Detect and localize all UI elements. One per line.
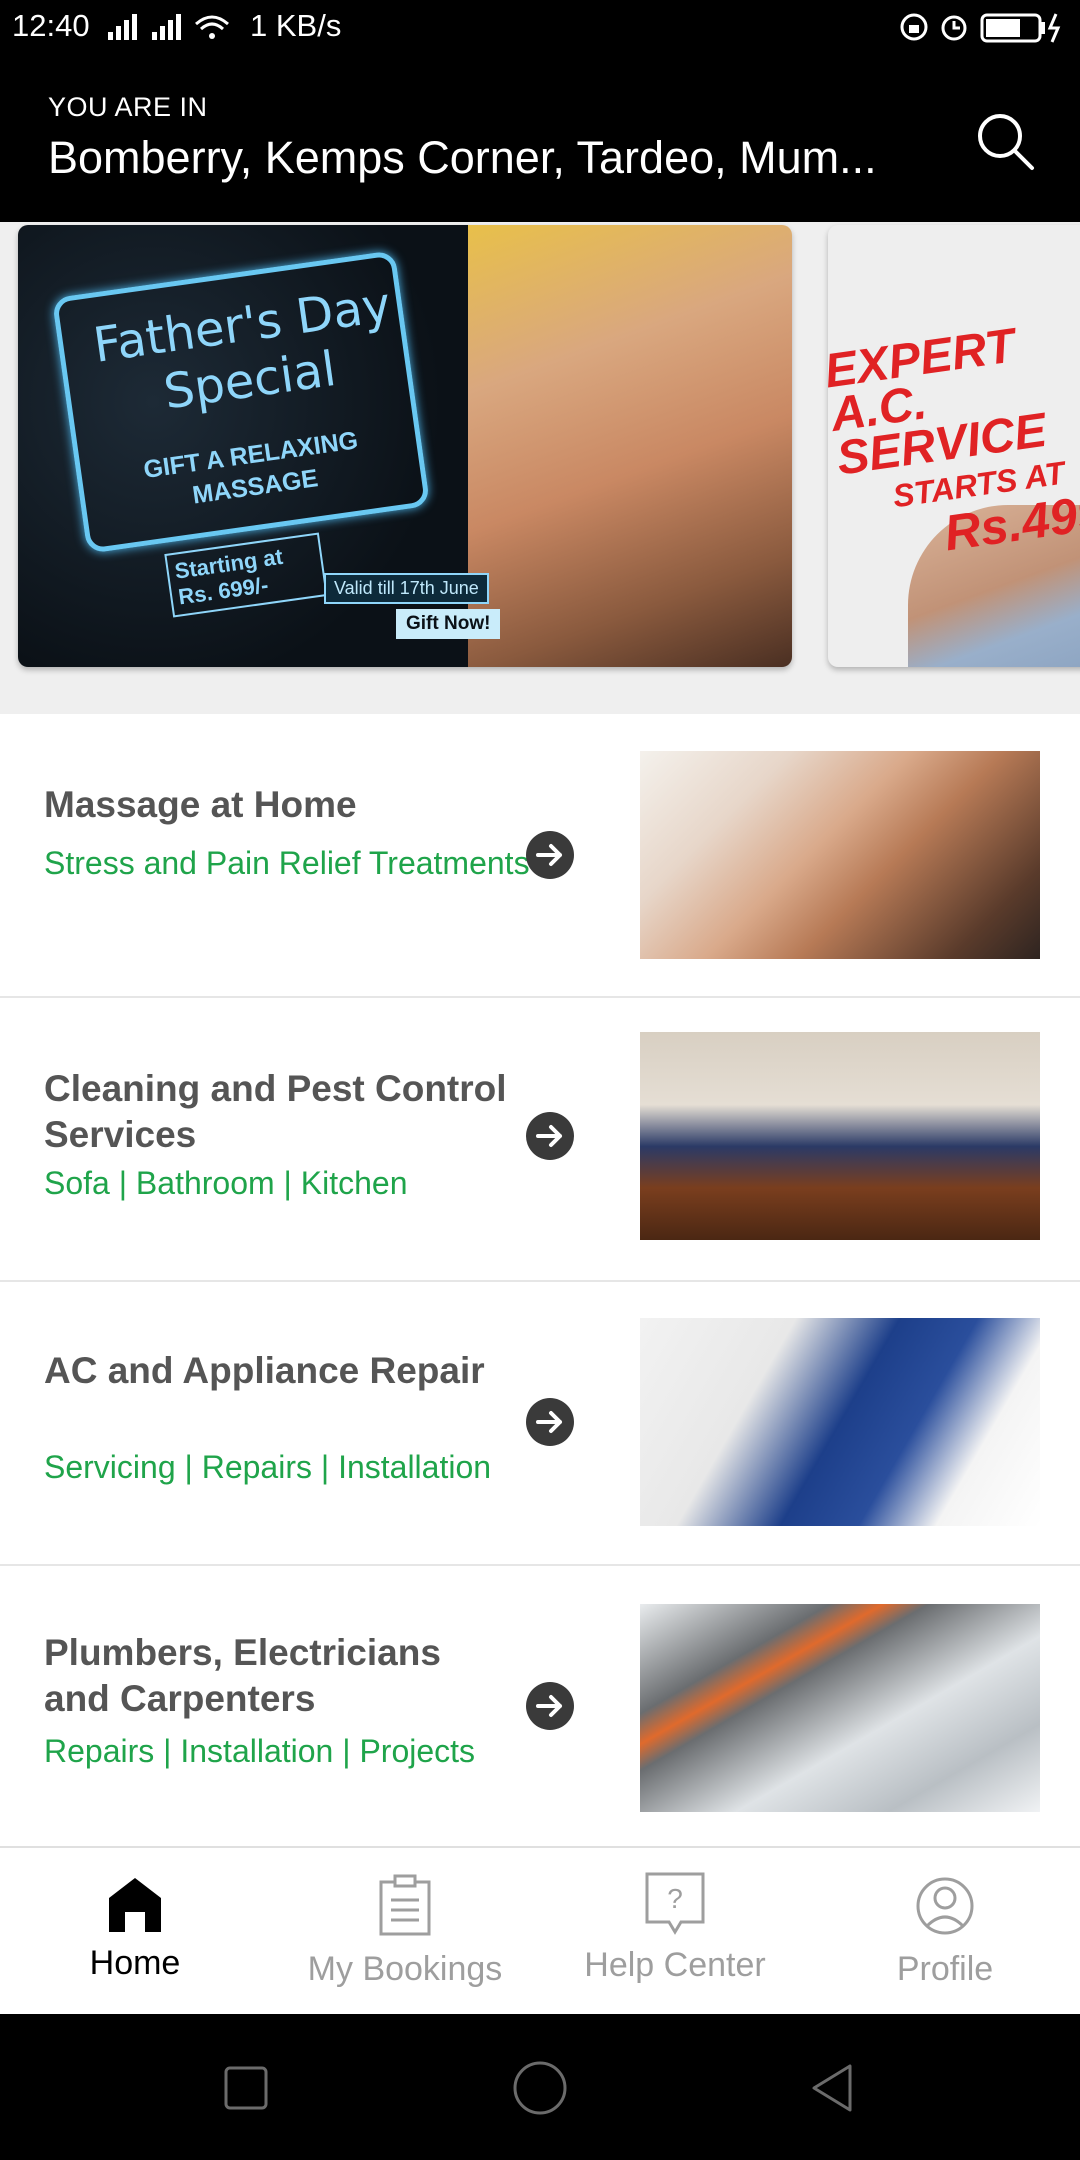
status-time: 12:40 bbox=[12, 8, 90, 43]
svg-text:?: ? bbox=[667, 1883, 683, 1914]
location-label: YOU ARE IN bbox=[48, 92, 208, 122]
current-location[interactable]: Bomberry, Kemps Corner, Tardeo, Mum... bbox=[48, 132, 928, 184]
home-system-icon[interactable] bbox=[510, 2058, 570, 2118]
service-subtitle: Stress and Pain Relief Treatments bbox=[44, 845, 530, 881]
nav-bookings-label: My Bookings bbox=[307, 1950, 503, 1988]
service-image bbox=[640, 1032, 1040, 1240]
arrow-right-icon[interactable] bbox=[526, 1112, 574, 1160]
nav-help-center[interactable]: ? Help Center bbox=[540, 1848, 810, 2016]
status-bar: 12:40 1 KB/s bbox=[0, 0, 1080, 56]
help-icon: ? bbox=[645, 1872, 705, 1936]
gift-now-button[interactable]: Gift Now! bbox=[396, 609, 501, 639]
location-header: YOU ARE IN Bomberry, Kemps Corner, Tarde… bbox=[0, 56, 1080, 222]
nav-home-label: Home bbox=[89, 1944, 181, 1982]
service-list: Massage at Home Stress and Pain Relief T… bbox=[0, 714, 1080, 1850]
ac-service-banner[interactable]: EXPERT A.C. SERVICE STARTS AT Rs.499 bbox=[828, 225, 1080, 667]
service-subtitle: Repairs | Installation | Projects bbox=[44, 1733, 476, 1769]
recents-icon[interactable] bbox=[216, 2058, 276, 2118]
clipboard-icon bbox=[375, 1872, 435, 1936]
nav-my-bookings[interactable]: My Bookings bbox=[270, 1848, 540, 2016]
service-title: Cleaning and Pest Control Services bbox=[44, 1068, 507, 1155]
service-ac-repair[interactable]: AC and Appliance Repair Servicing | Repa… bbox=[0, 1282, 1080, 1566]
service-massage[interactable]: Massage at Home Stress and Pain Relief T… bbox=[0, 714, 1080, 998]
status-right-icons bbox=[900, 10, 1070, 49]
arrow-right-icon[interactable] bbox=[526, 831, 574, 879]
banner-validity: Valid till 17th June bbox=[324, 573, 489, 604]
service-image bbox=[640, 751, 1040, 959]
profile-icon bbox=[915, 1872, 975, 1936]
ac-banner-text: EXPERT A.C. SERVICE STARTS AT Rs.499 bbox=[828, 309, 1080, 569]
service-cleaning[interactable]: Cleaning and Pest Control Services Sofa … bbox=[0, 998, 1080, 1282]
arrow-right-icon[interactable] bbox=[526, 1398, 574, 1446]
home-icon bbox=[105, 1872, 165, 1936]
bottom-nav: Home My Bookings ? Help Center Profile bbox=[0, 1846, 1080, 2016]
nav-profile[interactable]: Profile bbox=[810, 1848, 1080, 2016]
fathers-day-banner[interactable]: Father's Day Special GIFT A RELAXING MAS… bbox=[18, 225, 792, 667]
service-subtitle: Servicing | Repairs | Installation bbox=[44, 1449, 492, 1485]
service-title: Plumbers, Electricians and Carpenters bbox=[44, 1632, 441, 1719]
service-title: Massage at Home bbox=[44, 784, 357, 825]
service-image bbox=[640, 1604, 1040, 1812]
service-image bbox=[640, 1318, 1040, 1526]
nav-home[interactable]: Home bbox=[0, 1848, 270, 2016]
nav-help-label: Help Center bbox=[584, 1946, 766, 1984]
arrow-right-icon[interactable] bbox=[526, 1682, 574, 1730]
service-subtitle: Sofa | Bathroom | Kitchen bbox=[44, 1165, 408, 1201]
massage-photo bbox=[468, 225, 792, 667]
service-plumbers[interactable]: Plumbers, Electricians and Carpenters Re… bbox=[0, 1566, 1080, 1850]
back-icon[interactable] bbox=[804, 2058, 864, 2118]
service-title: AC and Appliance Repair bbox=[44, 1350, 485, 1391]
system-nav-bar bbox=[0, 2014, 1080, 2160]
promo-carousel[interactable]: Father's Day Special GIFT A RELAXING MAS… bbox=[0, 222, 1080, 714]
search-icon[interactable] bbox=[972, 108, 1040, 176]
network-speed: 1 KB/s bbox=[250, 8, 342, 43]
signal-icons bbox=[108, 12, 238, 47]
nav-profile-label: Profile bbox=[896, 1950, 994, 1988]
